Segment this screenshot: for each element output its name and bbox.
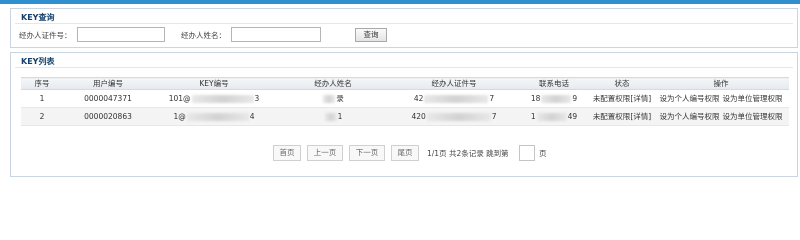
redaction-blur <box>426 113 491 121</box>
cell-id-number: 420 7 <box>391 107 517 126</box>
cell-id-number: 42 7 <box>391 89 517 108</box>
key-no-suffix: 3 <box>254 94 260 103</box>
status-text: 未配置权限 <box>592 112 631 121</box>
redaction-blur <box>536 113 567 121</box>
phone-suffix: 9 <box>572 94 578 103</box>
table-row: 1 0000047371 101@ 3 录 42 7 18 9 未配置权限[详情] 设… <box>21 89 789 108</box>
first-page-button[interactable]: 首页 <box>273 145 301 161</box>
id-number-suffix: 7 <box>489 94 495 103</box>
set-personal-permission-link[interactable]: 设为个人编号权限 <box>660 112 720 121</box>
top-accent-bar <box>0 0 800 4</box>
set-unit-permission-link[interactable]: 设为单位管理权限 <box>723 112 783 121</box>
operator-name-suffix: 1 <box>337 112 343 121</box>
cell-seq: 2 <box>21 107 63 126</box>
id-number-input[interactable] <box>77 27 165 42</box>
cell-operations: 设为个人编号权限 设为单位管理权限 <box>653 107 789 126</box>
column-header-operator-name: 经办人姓名 <box>275 77 391 90</box>
cell-key-no: 1@ 4 <box>153 107 275 126</box>
column-header-status: 状态 <box>591 77 653 90</box>
jump-page-input[interactable] <box>519 145 535 161</box>
id-number-prefix: 42 <box>413 94 424 103</box>
cell-status: 未配置权限[详情] <box>591 89 653 108</box>
table-header-row: 序号 用户编号 KEY编号 经办人姓名 经办人证件号 联系电话 状态 操作 <box>21 77 789 90</box>
cell-operator-name: 1 <box>275 107 391 126</box>
redaction-blur <box>541 95 572 103</box>
key-table: 序号 用户编号 KEY编号 经办人姓名 经办人证件号 联系电话 状态 操作 1 … <box>21 77 789 126</box>
column-header-id-number: 经办人证件号 <box>391 77 517 90</box>
key-query-panel: KEY查询 经办人证件号： 经办人姓名： 查询 <box>10 8 798 48</box>
redaction-blur <box>186 113 249 121</box>
list-title-divider <box>15 67 793 68</box>
column-header-user-no: 用户编号 <box>63 77 153 90</box>
cell-user-no: 0000020863 <box>63 107 153 126</box>
status-text: 未配置权限 <box>592 94 631 103</box>
jump-page-suffix: 页 <box>539 149 547 158</box>
query-title-divider <box>15 23 793 24</box>
column-header-operations: 操作 <box>653 77 789 90</box>
redaction-blur <box>191 95 254 103</box>
column-header-seq: 序号 <box>21 77 63 90</box>
next-page-button[interactable]: 下一页 <box>349 145 385 161</box>
phone-prefix: 18 <box>530 94 541 103</box>
cell-user-no: 0000047371 <box>63 89 153 108</box>
detail-link[interactable]: [详情] <box>630 94 651 103</box>
key-no-suffix: 4 <box>249 112 255 121</box>
cell-phone: 18 9 <box>517 89 591 108</box>
operator-name-suffix: 录 <box>336 94 344 103</box>
redaction-blur <box>323 95 336 103</box>
key-no-prefix: 1@ <box>173 112 186 121</box>
table-row: 2 0000020863 1@ 4 1 420 7 1 49 未配置权限[详情] 设为… <box>21 107 789 126</box>
query-button[interactable]: 查询 <box>355 28 387 42</box>
cell-phone: 1 49 <box>517 107 591 126</box>
phone-suffix: 49 <box>567 112 578 121</box>
operator-name-label: 经办人姓名： <box>181 31 226 40</box>
cell-seq: 1 <box>21 89 63 108</box>
id-number-label: 经办人证件号： <box>19 31 72 40</box>
key-no-prefix: 101@ <box>168 94 191 103</box>
cell-status: 未配置权限[详情] <box>591 107 653 126</box>
cell-operator-name: 录 <box>275 89 391 108</box>
cell-operations: 设为个人编号权限 设为单位管理权限 <box>653 89 789 108</box>
redaction-blur <box>324 113 337 121</box>
pagination-summary: 1/1页 共2条记录 跳到第 <box>427 149 509 158</box>
key-list-panel: KEY列表 序号 用户编号 KEY编号 经办人姓名 经办人证件号 联系电话 状态… <box>10 52 798 177</box>
operator-name-input[interactable] <box>231 27 321 42</box>
phone-prefix: 1 <box>530 112 536 121</box>
list-panel-title: KEY列表 <box>21 57 55 66</box>
id-number-prefix: 420 <box>411 112 426 121</box>
column-header-phone: 联系电话 <box>517 77 591 90</box>
cell-key-no: 101@ 3 <box>153 89 275 108</box>
set-personal-permission-link[interactable]: 设为个人编号权限 <box>660 94 720 103</box>
redaction-blur <box>424 95 489 103</box>
last-page-button[interactable]: 尾页 <box>391 145 419 161</box>
pagination-bar: 首页 上一页 下一页 尾页 1/1页 共2条记录 跳到第 页 <box>11 145 799 165</box>
set-unit-permission-link[interactable]: 设为单位管理权限 <box>723 94 783 103</box>
column-header-key-no: KEY编号 <box>153 77 275 90</box>
query-panel-title: KEY查询 <box>21 13 55 22</box>
prev-page-button[interactable]: 上一页 <box>307 145 343 161</box>
id-number-suffix: 7 <box>491 112 497 121</box>
detail-link[interactable]: [详情] <box>630 112 651 121</box>
